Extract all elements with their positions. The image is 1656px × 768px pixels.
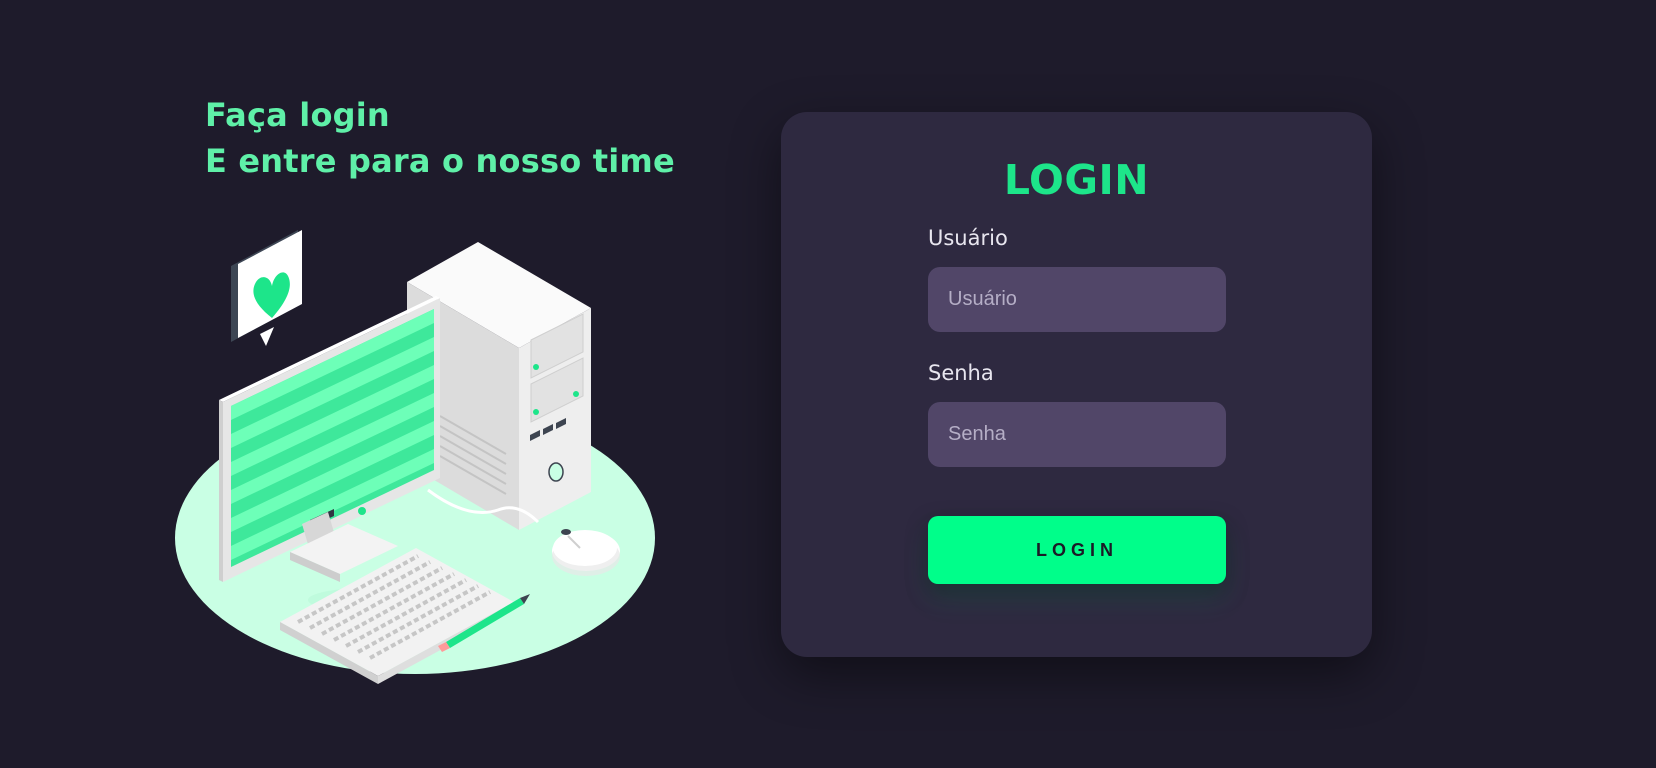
- password-label: Senha: [928, 361, 994, 385]
- password-input[interactable]: [928, 402, 1226, 467]
- login-page: Faça login E entre para o nosso time LOG…: [0, 0, 1656, 768]
- computer-illustration: [175, 230, 655, 684]
- heart-badge: [231, 230, 302, 346]
- login-card: LOGIN Usuário Senha LOGIN: [781, 112, 1372, 657]
- hero-heading: Faça login E entre para o nosso time: [205, 92, 675, 184]
- login-button[interactable]: LOGIN: [928, 516, 1226, 584]
- hero-line-1: Faça login: [205, 96, 390, 134]
- username-input[interactable]: [928, 267, 1226, 332]
- hero-line-2: E entre para o nosso time: [205, 142, 675, 180]
- login-title: LOGIN: [1003, 156, 1150, 204]
- username-label: Usuário: [928, 226, 1008, 250]
